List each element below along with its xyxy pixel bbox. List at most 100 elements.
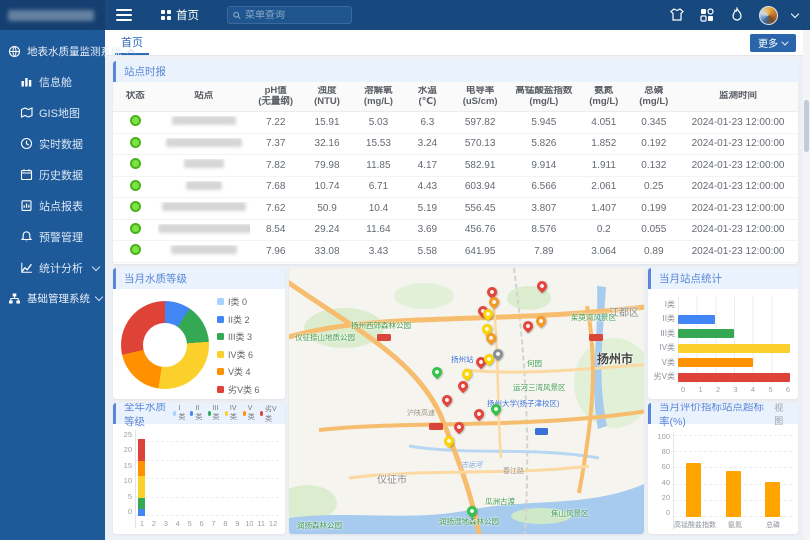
status-online-dot	[130, 244, 141, 255]
sidebar-item-信息舱[interactable]: 信息舱	[0, 66, 105, 97]
sidebar-item-统计分析[interactable]: 统计分析	[0, 252, 105, 283]
bar[interactable]	[678, 358, 753, 367]
app-window: 地表水质量监测系统信息舱GIS地图实时数据历史数据站点报表预警管理统计分析基础管…	[0, 0, 810, 540]
panel-title-monthly-quality: 当月水质等级	[113, 268, 285, 289]
cell-value: 5.826	[510, 138, 579, 150]
legend-item[interactable]: I类	[173, 405, 187, 422]
table-row[interactable]: 7.6250.910.45.19556.453.8071.4070.199202…	[113, 198, 798, 220]
cell-value: 0.25	[629, 181, 678, 193]
cell-value: 0.2	[578, 224, 629, 236]
cell-value: 603.94	[451, 181, 510, 193]
cell-value: 5.03	[353, 117, 404, 129]
menu-search-input[interactable]	[245, 10, 346, 21]
cell-value: 5.19	[404, 203, 451, 215]
table-row[interactable]: 7.9633.083.435.58641.957.893.0640.892024…	[113, 241, 798, 263]
table-row[interactable]: 7.8279.9811.854.17582.919.9141.9110.1322…	[113, 155, 798, 177]
cell-value: 456.76	[451, 224, 510, 236]
globe-icon	[8, 45, 21, 58]
bar[interactable]	[678, 373, 790, 382]
cell-value: 79.98	[301, 160, 352, 172]
menu-search-box[interactable]	[227, 6, 352, 24]
cell-value: 0.345	[629, 117, 678, 129]
column-header: 浊度(NTU)	[301, 86, 352, 108]
bar[interactable]	[678, 344, 790, 353]
topbar: 首页	[105, 0, 810, 30]
theme-skin-icon[interactable]	[669, 7, 685, 23]
exceed-rate-view-link[interactable]: 视图	[774, 403, 790, 427]
legend-item[interactable]: IV类	[225, 405, 239, 422]
legend-item[interactable]: 劣V类 6	[217, 383, 260, 396]
map-label: 仪征市	[377, 471, 407, 486]
legend-item[interactable]: II类 2	[217, 313, 260, 326]
donut-legend: I类 0 II类 2 III类 3 IV类 6 V类 4 劣V类 6	[217, 295, 260, 396]
layout-screen-icon[interactable]	[699, 7, 715, 23]
sidebar-item-站点报表[interactable]: 站点报表	[0, 190, 105, 221]
table-header-row: 状态站点pH值(无量纲)浊度(NTU)溶解氧(mg/L)水温(℃)电导率(uS/…	[113, 82, 798, 112]
station-name-redacted	[171, 245, 237, 254]
hamburger-menu-icon[interactable]	[105, 0, 143, 30]
cell-value: 1.407	[578, 203, 629, 215]
annual-x-axis: 123456789101112	[136, 517, 279, 528]
legend-item[interactable]: 劣V类	[260, 404, 277, 424]
annual-y-axis: 0510152025	[117, 430, 132, 528]
table-row[interactable]: 7.6810.746.714.43603.946.5662.0610.25202…	[113, 177, 798, 199]
map-label: 扬州市	[597, 350, 633, 367]
bar-高锰酸盐指数[interactable]	[686, 463, 701, 517]
chevron-down-icon	[95, 293, 103, 301]
flame-icon[interactable]	[729, 7, 745, 23]
sidebar-item-历史数据[interactable]: 历史数据	[0, 159, 105, 190]
sidebar-item-预警管理[interactable]: 预警管理	[0, 221, 105, 252]
sidebar-item-GIS地图[interactable]: GIS地图	[0, 97, 105, 128]
user-avatar[interactable]	[759, 6, 778, 25]
station-stats-bar-chart: I类II类III类IV类V类劣V类0123456	[648, 289, 798, 396]
city-map[interactable]: 扬州市江都区仪征市扬州西郊森林公园仪征捺山地质公园润扬森林公园茱萸湾风景区何园运…	[289, 268, 644, 534]
map-label: 古运河	[461, 460, 482, 470]
bar[interactable]	[678, 329, 734, 338]
map-label: 春江路	[503, 466, 524, 476]
legend-item[interactable]: IV类 6	[217, 348, 260, 361]
page-scrollbar-thumb[interactable]	[804, 100, 809, 152]
legend-item[interactable]: III类	[208, 405, 222, 422]
exceed-rate-bar-chart: 高锰酸盐指数氨氮总磷	[673, 432, 792, 530]
annual-quality-panel: 全年水质等级 I类II类III类IV类V类劣V类 0510152025 1234…	[113, 403, 285, 534]
station-name-redacted	[166, 138, 242, 147]
panel-title-annual-quality: 全年水质等级 I类II类III类IV类V类劣V类	[113, 403, 285, 424]
cell-value: 0.132	[629, 160, 678, 172]
table-row[interactable]: 8.5429.2411.643.69456.768.5760.20.055202…	[113, 220, 798, 242]
cell-value: 7.89	[510, 246, 579, 258]
legend-item[interactable]: V类 4	[217, 365, 260, 378]
topbar-home-link[interactable]: 首页	[161, 7, 199, 23]
station-report-panel: 站点时报 状态站点pH值(无量纲)浊度(NTU)溶解氧(mg/L)水温(℃)电导…	[113, 61, 798, 264]
legend-item[interactable]: I类 0	[217, 295, 260, 308]
cell-value: 10.4	[353, 203, 404, 215]
stacked-bar[interactable]	[138, 439, 145, 516]
bar-氨氮[interactable]	[726, 471, 741, 517]
cell-value: 15.53	[353, 138, 404, 150]
sidebar-group-1[interactable]: 基础管理系统	[0, 283, 105, 313]
more-button[interactable]: 更多	[750, 34, 796, 52]
cell-value: 5.945	[510, 117, 579, 129]
cell-value: 597.82	[451, 117, 510, 129]
sidebar-group-0[interactable]: 地表水质量监测系统	[0, 36, 105, 66]
legend-item[interactable]: III类 3	[217, 330, 260, 343]
exceed-rate-x-axis: 高锰酸盐指数氨氮总磷	[674, 518, 792, 530]
table-row[interactable]: 7.3732.1615.533.24570.135.8261.8520.1922…	[113, 134, 798, 156]
map-label: 润扬森林公园	[297, 520, 342, 531]
cell-value: 29.24	[301, 224, 352, 236]
bar[interactable]	[678, 315, 715, 324]
legend-item[interactable]: II类	[190, 405, 204, 422]
cell-value: 1.852	[578, 138, 629, 150]
chevron-down-icon	[781, 38, 788, 45]
panel-title-station-stats: 当月站点统计	[648, 268, 798, 289]
sidebar-item-实时数据[interactable]: 实时数据	[0, 128, 105, 159]
app-logo	[0, 0, 105, 30]
bar-总磷[interactable]	[765, 482, 780, 517]
cell-monitor-time: 2024-01-23 12:00:00	[678, 117, 798, 129]
table-row[interactable]: 7.2215.915.036.3597.825.9454.0510.345202…	[113, 112, 798, 134]
user-menu-chevron-down-icon[interactable]	[791, 9, 799, 17]
legend-item[interactable]: V类	[243, 405, 257, 422]
water-quality-donut-chart	[121, 301, 209, 389]
column-header: 总磷(mg/L)	[629, 86, 678, 108]
stats-icon	[20, 261, 33, 274]
status-online-dot	[130, 223, 141, 234]
